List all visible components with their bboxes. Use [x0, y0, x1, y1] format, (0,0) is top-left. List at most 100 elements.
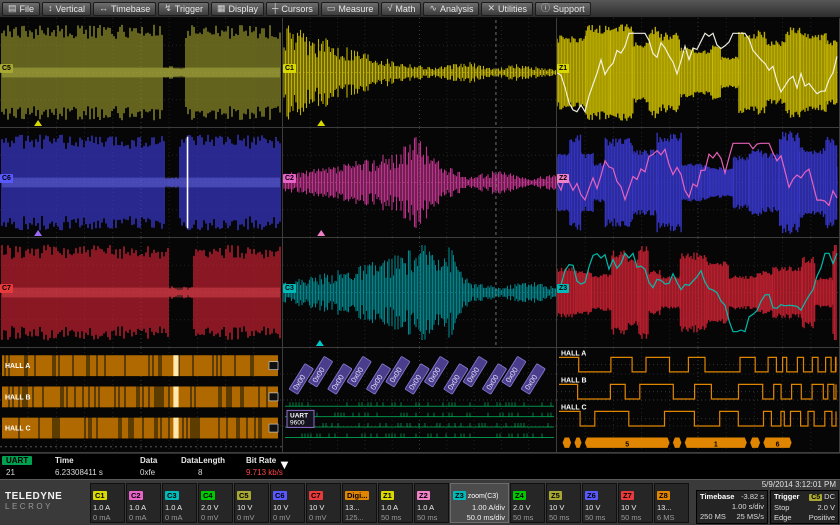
zoom-chip-z8[interactable]: Z813...6 MS [654, 483, 689, 523]
status-bar: TELEDYNE LECROY C11.0 A0 mA C21.0 A0 mA … [0, 479, 840, 525]
z7-scale: 10 V [621, 503, 652, 513]
trigger-coupling: DC [824, 492, 835, 501]
zoom-chip-z4[interactable]: Z42.0 V50 ms [510, 483, 545, 523]
horizontal-arrows-icon: ↔ [99, 4, 108, 13]
uart-col-time: Time [55, 456, 74, 465]
trigger-mode: Stop [774, 503, 789, 513]
vertical-arrows-icon: ↕ [48, 4, 53, 13]
waveform-panel-c1[interactable]: C1 [283, 18, 557, 128]
zoom-chip-z5[interactable]: Z510 V50 ms [546, 483, 581, 523]
c1-offset: 0 mA [93, 513, 124, 523]
zoom-summary-z3[interactable]: Z3zoom(C3) 1.00 A/div 50.0 ms/div [450, 483, 509, 523]
c4-offset: 0 mV [201, 513, 232, 523]
waveform-panel-hall-zoom[interactable]: HALL AHALL BHALL C516 [557, 348, 840, 453]
c3-waveform [283, 238, 556, 347]
menu-support[interactable]: ⓘSupport [535, 2, 591, 16]
timebase-summary[interactable]: Timebase-3.82 s 1.00 s/div 250 MS25 MS/s [696, 490, 768, 524]
menu-bar: ▤File ↕Vertical ↔Timebase ↯Trigger ▦Disp… [0, 0, 840, 18]
menu-trigger[interactable]: ↯Trigger [158, 2, 209, 16]
menu-support-label: Support [553, 4, 585, 14]
channel-chip-c4[interactable]: C4 2.0 V0 mV [198, 483, 233, 523]
c2-scale: 1.0 A [129, 503, 160, 513]
z4-chip-label: Z4 [513, 491, 526, 500]
z4-scale: 2.0 V [513, 503, 544, 513]
menu-analysis[interactable]: ∿Analysis [423, 2, 479, 16]
trigger-summary[interactable]: TriggerC5DC Stop2.0 V EdgePositive [770, 490, 839, 524]
waveform-panel-z1[interactable]: Z1 [557, 18, 840, 128]
z7-time: 50 ms [621, 513, 652, 523]
channel-chip-c5[interactable]: C510 V0 mV [234, 483, 269, 523]
waveform-panel-c2[interactable]: C2 [283, 128, 557, 238]
menu-analysis-label: Analysis [440, 4, 474, 14]
z3-trace-label: Z3 [557, 284, 569, 293]
c4-chip-label: C4 [201, 491, 215, 500]
waveform-panel-z3[interactable]: Z3 [557, 238, 840, 348]
menu-math[interactable]: √Math [381, 2, 421, 16]
digital-chip-label: Digi... [345, 491, 369, 500]
digital-rate: 125... [345, 513, 376, 523]
svg-text:6: 6 [776, 441, 780, 448]
c4-scale: 2.0 V [201, 503, 232, 513]
trigger-level: 2.0 V [817, 503, 835, 513]
waveform-panel-c6[interactable]: C6 [0, 128, 283, 238]
c7-scale: 10 V [309, 503, 340, 513]
c1-trace-label: C1 [283, 64, 296, 73]
c6-waveform [0, 128, 282, 237]
brand-teledyne: TELEDYNE [5, 492, 62, 502]
zoom-chip-z2[interactable]: Z21.0 A50 ms [414, 483, 449, 523]
channel-chip-c6[interactable]: C610 V0 mV [270, 483, 305, 523]
trigger-type: Edge [774, 513, 792, 523]
menu-utilities-label: Utilities [498, 4, 527, 14]
menu-file[interactable]: ▤File [2, 2, 40, 16]
uart-row-data: 0xfe [140, 468, 155, 477]
zoom-chip-z6[interactable]: Z610 V50 ms [582, 483, 617, 523]
menu-math-label: Math [395, 4, 415, 14]
c3-scale: 1.0 A [165, 503, 196, 513]
z5-time: 50 ms [549, 513, 580, 523]
svg-text:HALL B: HALL B [561, 377, 587, 384]
channel-chip-c7[interactable]: C710 V0 mV [306, 483, 341, 523]
hall-digital-waveform: HALL AHALL BHALL C [0, 348, 282, 452]
svg-text:HALL C: HALL C [5, 426, 31, 433]
menu-vertical[interactable]: ↕Vertical [42, 2, 91, 16]
channel-chip-digital[interactable]: Digi...13...125... [342, 483, 377, 523]
c5-scale: 10 V [237, 503, 268, 513]
channel-chip-c1[interactable]: C11.0 A0 mA [90, 483, 125, 523]
waveform-panel-z2[interactable]: Z2 [557, 128, 840, 238]
svg-text:UART: UART [290, 412, 308, 419]
uart-decode-waveform: 0x000x000x000x000x000x000x000x000x000x00… [283, 348, 556, 452]
waveform-panel-c7[interactable]: C7 [0, 238, 283, 348]
svg-text:5: 5 [625, 441, 629, 448]
zoom-chip-z1[interactable]: Z11.0 A50 ms [378, 483, 413, 523]
z7-chip-label: Z7 [621, 491, 634, 500]
menu-display[interactable]: ▦Display [211, 2, 264, 16]
z5-chip-label: Z5 [549, 491, 562, 500]
svg-text:1: 1 [714, 441, 718, 448]
waveform-panel-hall-digital[interactable]: HALL AHALL BHALL C [0, 348, 283, 453]
z1-scale: 1.0 A [381, 503, 412, 513]
timebase-offset: -3.82 s [741, 492, 764, 502]
expand-triangle-icon[interactable]: ▼ [278, 457, 291, 472]
channel-chip-c2[interactable]: C21.0 A0 mA [126, 483, 161, 523]
menu-cursors[interactable]: ┼Cursors [266, 2, 319, 16]
z2-chip-label: Z2 [417, 491, 430, 500]
zoom-chip-z7[interactable]: Z7 10 V50 ms [618, 483, 653, 523]
z8-chip-label: Z8 [657, 491, 670, 500]
c2-trace-label: C2 [283, 174, 296, 183]
timebase-label: Timebase [700, 492, 734, 502]
waveform-panel-uart-decode[interactable]: 0x000x000x000x000x000x000x000x000x000x00… [283, 348, 557, 453]
uart-badge[interactable]: UART [2, 456, 32, 465]
menu-cursors-label: Cursors [281, 4, 313, 14]
menu-timebase[interactable]: ↔Timebase [93, 2, 156, 16]
menu-utilities[interactable]: ✕Utilities [481, 2, 533, 16]
file-icon: ▤ [8, 4, 17, 13]
waveform-panel-c5[interactable]: C5 [0, 18, 283, 128]
uart-row-index: 21 [6, 468, 15, 477]
channel-chip-c3[interactable]: C31.0 A0 mA [162, 483, 197, 523]
z6-chip-label: Z6 [585, 491, 598, 500]
z3-chip-label: Z3 [453, 491, 466, 500]
waveform-panel-c3[interactable]: C3 [283, 238, 557, 348]
c1-waveform [283, 18, 556, 127]
menu-measure[interactable]: ▭Measure [321, 2, 380, 16]
z6-scale: 10 V [585, 503, 616, 513]
